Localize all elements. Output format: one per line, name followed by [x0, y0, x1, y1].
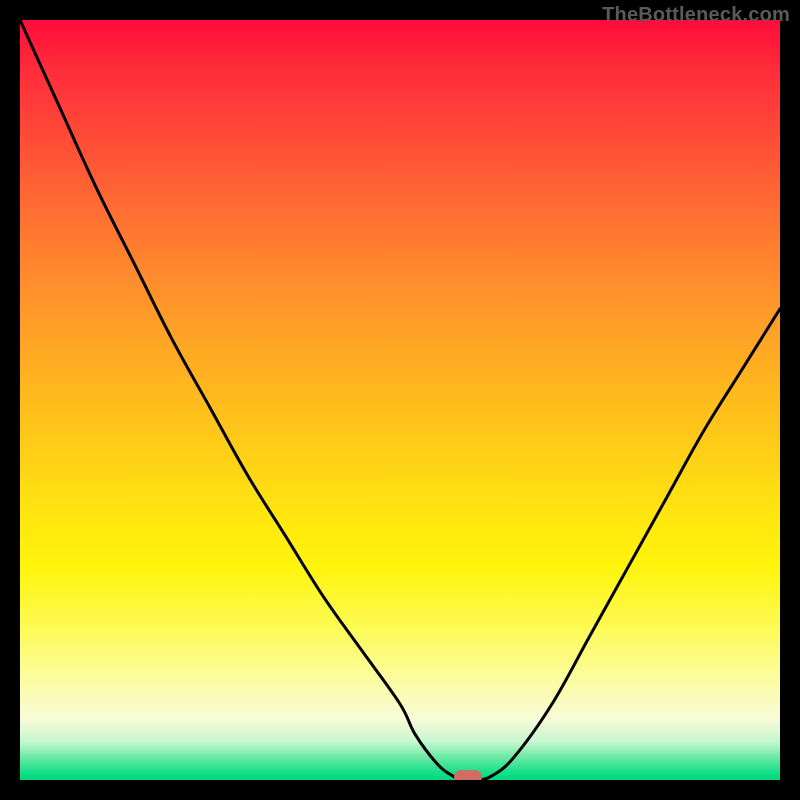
chart-frame: TheBottleneck.com — [0, 0, 800, 800]
curve-svg — [20, 20, 780, 780]
optimum-marker — [454, 770, 482, 780]
watermark-text: TheBottleneck.com — [602, 4, 790, 27]
bottleneck-curve — [20, 20, 780, 780]
plot-area — [20, 20, 780, 780]
